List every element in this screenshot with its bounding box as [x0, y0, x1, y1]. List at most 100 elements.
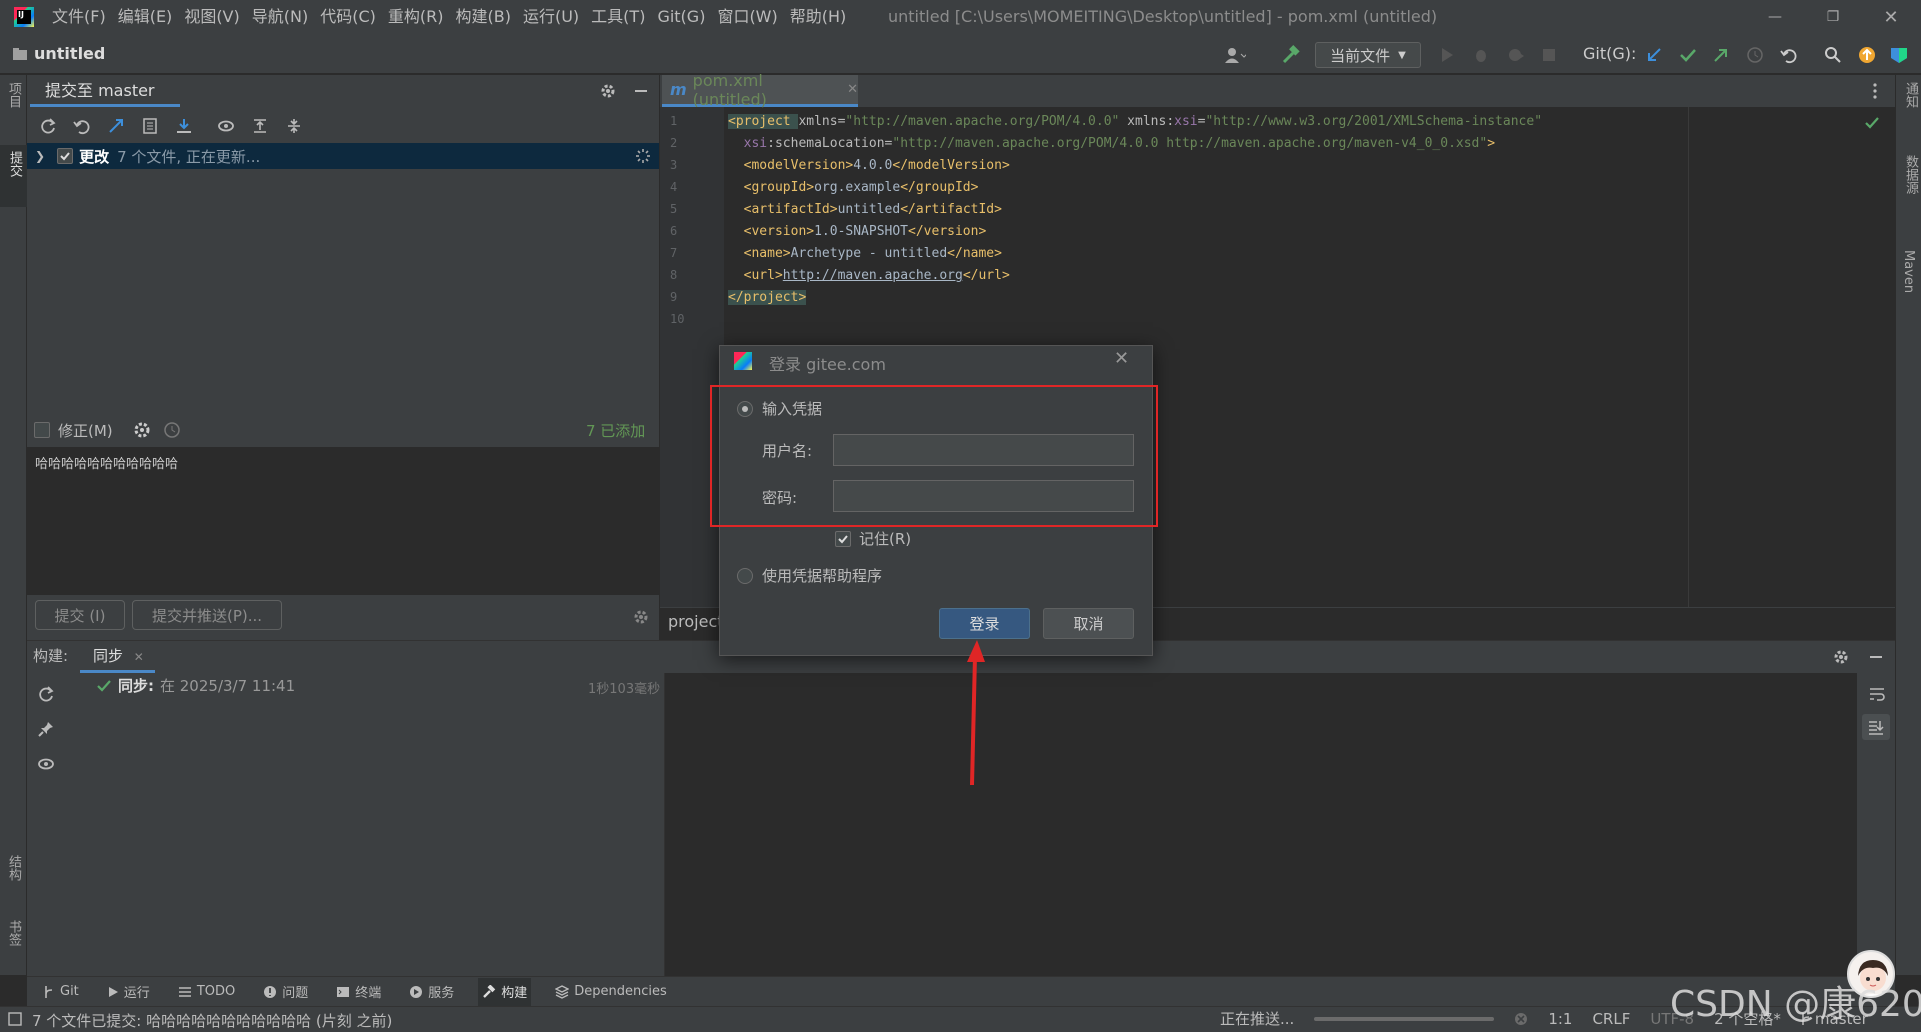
no-problems-check-icon[interactable]	[1861, 112, 1883, 134]
menu-git[interactable]: Git(G)	[651, 0, 711, 34]
minimize-panel-icon[interactable]	[630, 80, 652, 102]
line-separator[interactable]: CRLF	[1592, 1010, 1630, 1028]
collapse-all-icon[interactable]	[283, 115, 305, 137]
menu-file[interactable]: 文件(F)	[46, 0, 112, 34]
login-button[interactable]: 登录	[939, 608, 1030, 639]
menu-code[interactable]: 代码(C)	[314, 0, 382, 34]
notifications-tool-button[interactable]: 通知	[1901, 82, 1921, 108]
rollback-icon[interactable]	[71, 115, 93, 137]
cancel-button[interactable]: 取消	[1043, 608, 1134, 639]
tool-dependencies[interactable]: Dependencies	[551, 978, 671, 1006]
menu-navigate[interactable]: 导航(N)	[246, 0, 314, 34]
debug-icon[interactable]	[1470, 44, 1492, 66]
stop-icon[interactable]	[1538, 44, 1560, 66]
tool-terminal[interactable]: 终端	[332, 978, 385, 1006]
amend-checkbox[interactable]	[34, 422, 50, 438]
tool-run[interactable]: 运行	[103, 978, 154, 1006]
close-window-button[interactable]: ✕	[1868, 0, 1914, 34]
minimize-panel-icon[interactable]	[1865, 646, 1887, 668]
breadcrumb-item-project[interactable]: project	[668, 612, 724, 631]
close-dialog-icon[interactable]: ✕	[1114, 348, 1129, 369]
pin-icon[interactable]	[35, 718, 57, 740]
menu-refactor[interactable]: 重构(R)	[382, 0, 450, 34]
gear-icon[interactable]	[597, 80, 619, 102]
git-commit-icon[interactable]	[1677, 44, 1699, 66]
password-field[interactable]	[833, 480, 1134, 512]
code-line[interactable]: xsi:schemaLocation="http://maven.apache.…	[728, 133, 1495, 155]
changelist-icon[interactable]	[139, 115, 161, 137]
user-icon[interactable]	[1224, 44, 1246, 66]
update-available-icon[interactable]	[1856, 44, 1878, 66]
history-icon[interactable]	[1744, 44, 1766, 66]
chevron-right-icon[interactable]: ❯	[35, 149, 45, 163]
git-update-icon[interactable]	[1643, 44, 1665, 66]
commit-tab[interactable]: 提交至 master	[45, 75, 155, 107]
code-line[interactable]: <groupId>org.example</groupId>	[728, 177, 979, 199]
tool-problems[interactable]: 问题	[259, 978, 312, 1006]
gear-icon[interactable]	[1830, 646, 1852, 668]
commit-options-gear-icon[interactable]	[131, 419, 153, 441]
menu-help[interactable]: 帮助(H)	[784, 0, 853, 34]
code-line[interactable]: <project xmlns="http://maven.apache.org/…	[728, 111, 1542, 133]
commit-and-push-button[interactable]: 提交并推送(P)...	[132, 600, 282, 630]
build-output-console[interactable]	[667, 673, 1857, 976]
database-tool-button[interactable]: 数据源	[1901, 155, 1921, 194]
code-line[interactable]: </project>	[728, 287, 807, 309]
menu-view[interactable]: 视图(V)	[178, 0, 245, 34]
credential-helper-radio[interactable]	[737, 567, 753, 584]
refresh-icon[interactable]	[37, 115, 59, 137]
remember-checkbox[interactable]	[835, 530, 851, 547]
search-icon[interactable]	[1822, 44, 1844, 66]
enter-credentials-option[interactable]: 输入凭据	[737, 398, 822, 419]
scroll-to-end-icon[interactable]	[1862, 714, 1890, 740]
menu-run[interactable]: 运行(U)	[517, 0, 585, 34]
changes-checkbox[interactable]	[57, 148, 74, 164]
amend-label[interactable]: 修正(M)	[58, 420, 113, 441]
code-line[interactable]: <name>Archetype - untitled</name>	[728, 243, 1002, 265]
menu-tools[interactable]: 工具(T)	[585, 0, 651, 34]
menu-window[interactable]: 窗口(W)	[711, 0, 783, 34]
coverage-icon[interactable]	[1505, 44, 1527, 66]
jetbrains-toolbox-icon[interactable]	[1888, 44, 1910, 66]
code-line[interactable]: <url>http://maven.apache.org</url>	[728, 265, 1010, 287]
caret-position[interactable]: 1:1	[1548, 1010, 1572, 1028]
tool-services[interactable]: 服务	[405, 978, 458, 1006]
credentials-radio[interactable]	[737, 400, 753, 417]
maven-tool-button[interactable]: Maven	[1901, 250, 1916, 293]
toggle-tool-windows-icon[interactable]	[8, 1012, 22, 1026]
restore-button[interactable]: ❐	[1810, 0, 1856, 34]
tool-git[interactable]: Git	[39, 978, 83, 1006]
sync-tree-item[interactable]: 同步: 在 2025/3/7 11:41	[96, 675, 295, 696]
shelve-icon[interactable]	[173, 115, 195, 137]
credential-helper-option[interactable]: 使用凭据帮助程序	[737, 565, 882, 586]
close-tab-icon[interactable]: ✕	[847, 82, 858, 97]
code-line[interactable]: <artifactId>untitled</artifactId>	[728, 199, 1002, 221]
refresh-icon[interactable]	[35, 683, 57, 705]
menu-edit[interactable]: 编辑(E)	[112, 0, 179, 34]
code-line[interactable]: <version>1.0-SNAPSHOT</version>	[728, 221, 987, 243]
tool-todo[interactable]: TODO	[174, 978, 239, 1006]
tab-sync[interactable]: 同步 ✕	[93, 645, 144, 666]
run-icon[interactable]	[1436, 44, 1458, 66]
soft-wrap-icon[interactable]	[1866, 683, 1888, 705]
build-hammer-icon[interactable]	[1280, 44, 1302, 66]
minimize-button[interactable]: —	[1752, 0, 1798, 34]
changes-group-row[interactable]: ❯ 更改 7 个文件, 正在更新...	[27, 143, 659, 169]
rollback-icon[interactable]	[1778, 44, 1800, 66]
cancel-progress-icon[interactable]	[1514, 1012, 1528, 1026]
more-options-icon[interactable]	[1864, 80, 1886, 102]
eye-icon[interactable]	[215, 115, 237, 137]
editor-tab-pom[interactable]: m pom.xml (untitled) ✕	[662, 71, 858, 109]
commit-button[interactable]: 提交 (I)	[35, 600, 125, 630]
status-message[interactable]: 7 个文件已提交: 哈哈哈哈哈哈哈哈哈哈哈 (片刻 之前)	[32, 1010, 392, 1031]
commit-message-field[interactable]: 哈哈哈哈哈哈哈哈哈哈哈	[27, 447, 659, 595]
commit-tool-button[interactable]: 提交	[0, 145, 27, 207]
gear-icon[interactable]	[630, 606, 652, 628]
commit-history-icon[interactable]	[161, 419, 183, 441]
remember-option[interactable]: 记住(R)	[835, 528, 911, 549]
run-config-select[interactable]: 当前文件 ▼	[1315, 42, 1421, 68]
username-field[interactable]	[833, 434, 1134, 466]
close-tab-icon[interactable]: ✕	[134, 650, 144, 664]
expand-all-icon[interactable]	[249, 115, 271, 137]
eye-icon[interactable]	[35, 753, 57, 775]
